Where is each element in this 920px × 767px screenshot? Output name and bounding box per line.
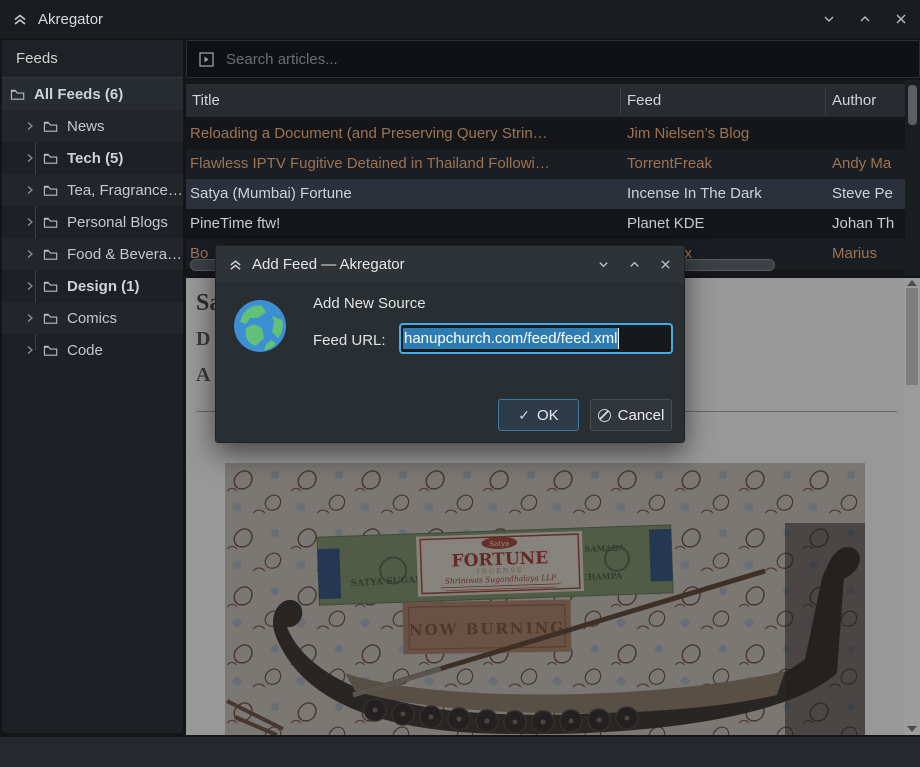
- scroll-down-icon[interactable]: [907, 726, 917, 732]
- folder-icon: [43, 312, 58, 325]
- ok-button[interactable]: OK: [498, 399, 579, 431]
- sidebar-item-design[interactable]: Design (1): [2, 270, 183, 302]
- globe-icon: [232, 298, 288, 354]
- cancel-slash-icon: [598, 409, 611, 422]
- scrollbar-handle[interactable]: [906, 288, 918, 385]
- dialog-titlebar[interactable]: Add Feed — Akregator: [216, 246, 684, 282]
- dialog-heading: Add New Source: [313, 295, 426, 312]
- chevron-right-icon[interactable]: [26, 217, 36, 227]
- chevron-double-up-icon: [12, 11, 28, 27]
- maximize-icon[interactable]: [628, 258, 641, 271]
- folder-icon: [43, 152, 58, 165]
- folder-icon: [43, 280, 58, 293]
- table-row[interactable]: Flawless IPTV Fugitive Detained in Thail…: [186, 149, 905, 179]
- table-row[interactable]: Reloading a Document (and Preserving Que…: [186, 119, 905, 149]
- feed-url-input[interactable]: hanupchurch.com/feed/feed.xml: [399, 323, 673, 354]
- scrollbar-handle[interactable]: [908, 85, 917, 125]
- folder-icon: [10, 88, 25, 101]
- sidebar-item-news[interactable]: News: [2, 110, 183, 142]
- article-viewer-scrollbar[interactable]: [904, 278, 920, 735]
- chevron-right-icon[interactable]: [26, 281, 36, 291]
- article-photo-incense: SATYA SUGANDHAL SAMABA CHAMPA Satya FORT…: [225, 463, 865, 735]
- column-divider[interactable]: [620, 87, 621, 114]
- article-date-fragment: D: [196, 328, 210, 351]
- chevron-right-icon[interactable]: [26, 121, 36, 131]
- folder-icon: [43, 216, 58, 229]
- scroll-up-icon[interactable]: [907, 280, 917, 286]
- column-title[interactable]: Title: [192, 84, 220, 117]
- search-placeholder: Search articles...: [226, 51, 338, 68]
- sidebar-item-tea-fragrance[interactable]: Tea, Fragrance…: [2, 174, 183, 206]
- feeds-panel-title: Feeds: [2, 40, 183, 78]
- maximize-icon[interactable]: [858, 12, 872, 26]
- sidebar-item-all-feeds[interactable]: All Feeds (6): [2, 78, 183, 110]
- sidebar-item-personal-blogs[interactable]: Personal Blogs: [2, 206, 183, 238]
- table-header[interactable]: Title Feed Author: [186, 84, 905, 117]
- dialog-title: Add Feed — Akregator: [252, 256, 405, 273]
- feed-tree: All Feeds (6) News Tech (5) Tea, Fragran…: [2, 78, 183, 366]
- minimize-icon[interactable]: [822, 12, 836, 26]
- minimize-icon[interactable]: [597, 258, 610, 271]
- sidebar-item-comics[interactable]: Comics: [2, 302, 183, 334]
- sidebar-item-tech[interactable]: Tech (5): [2, 142, 183, 174]
- folder-icon: [43, 344, 58, 357]
- dialog-body: Add New Source Feed URL: hanupchurch.com…: [216, 282, 684, 442]
- close-icon[interactable]: [894, 12, 908, 26]
- folder-icon: [43, 120, 58, 133]
- add-feed-dialog: Add Feed — Akregator Add New Source Feed…: [215, 245, 685, 443]
- chevron-right-icon[interactable]: [26, 249, 36, 259]
- article-author-fragment: A: [196, 364, 210, 387]
- search-filter-icon: [199, 52, 214, 67]
- feed-url-label: Feed URL:: [313, 332, 386, 349]
- search-input[interactable]: Search articles...: [186, 40, 920, 78]
- folder-icon: [43, 248, 58, 261]
- chevron-right-icon[interactable]: [26, 345, 36, 355]
- sidebar-item-code[interactable]: Code: [2, 334, 183, 366]
- window-title: Akregator: [38, 11, 103, 28]
- feed-url-value: hanupchurch.com/feed/feed.xml: [403, 328, 619, 349]
- cancel-button[interactable]: Cancel: [590, 399, 672, 431]
- article-list-vertical-scrollbar[interactable]: [905, 80, 920, 276]
- column-author[interactable]: Author: [832, 84, 876, 117]
- check-icon: [518, 407, 530, 424]
- chevron-double-up-icon: [228, 257, 243, 272]
- chevron-right-icon[interactable]: [26, 153, 36, 163]
- status-bar: [0, 737, 920, 767]
- chevron-right-icon[interactable]: [26, 313, 36, 323]
- close-icon[interactable]: [659, 258, 672, 271]
- column-feed[interactable]: Feed: [627, 84, 661, 117]
- feeds-panel: Feeds All Feeds (6) News Tech (5): [2, 40, 183, 733]
- window-titlebar[interactable]: Akregator: [0, 0, 920, 38]
- column-divider[interactable]: [825, 87, 826, 114]
- table-row[interactable]: PineTime ftw! Planet KDE Johan Th: [186, 209, 905, 239]
- sidebar-item-food-beverage[interactable]: Food & Bevera…: [2, 238, 183, 270]
- chevron-right-icon[interactable]: [26, 185, 36, 195]
- table-row-selected[interactable]: Satya (Mumbai) Fortune Incense In The Da…: [186, 179, 905, 209]
- folder-icon: [43, 184, 58, 197]
